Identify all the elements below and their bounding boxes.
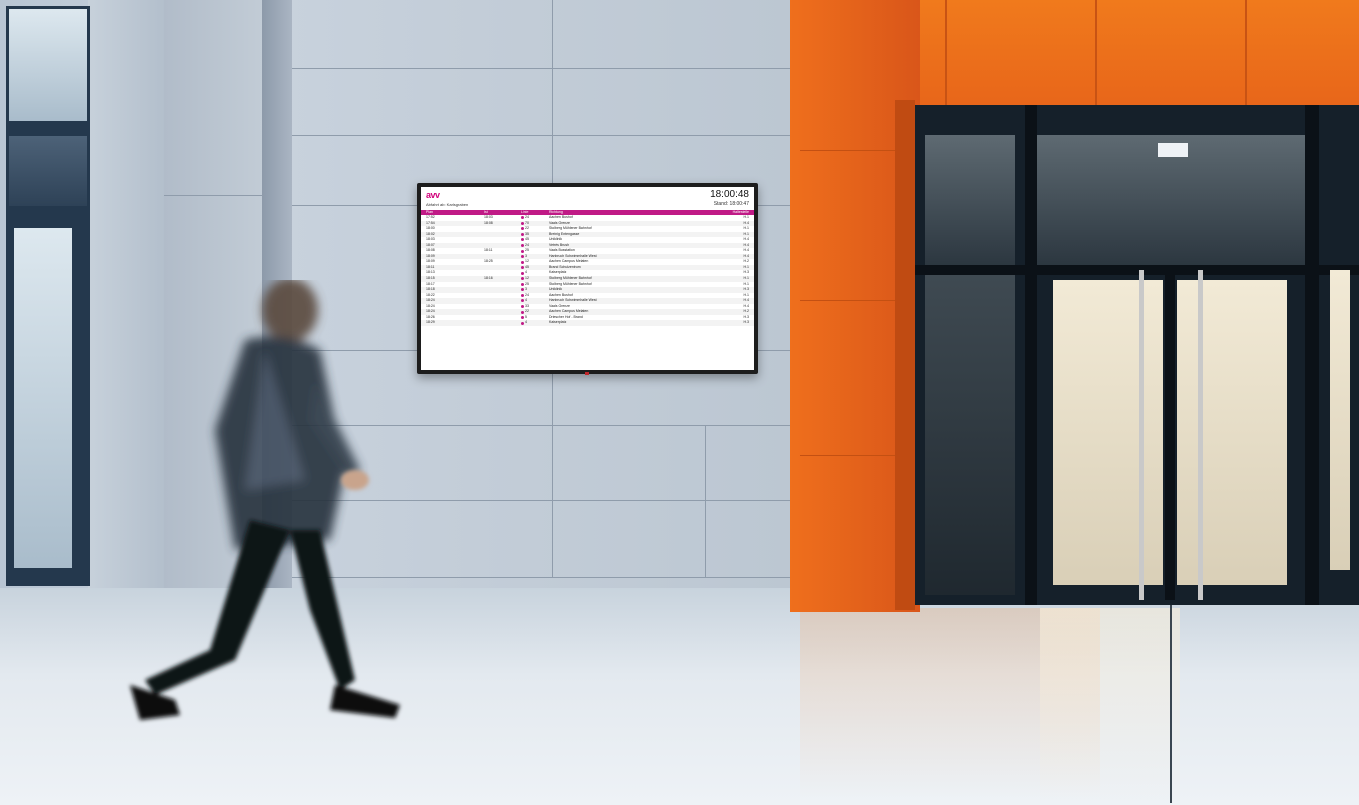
- bus-icon: [521, 288, 524, 292]
- window-pane: [9, 9, 87, 121]
- exit-sign: [1158, 143, 1188, 157]
- bus-icon: [521, 260, 524, 264]
- avv-logo: avv: [426, 190, 440, 200]
- stop-label: Abfahrt ab: Karlsgraben: [426, 202, 469, 207]
- bus-icon: [521, 310, 524, 314]
- floor-reflection: [1170, 603, 1172, 803]
- scene: avv 18:00:48 Abfahrt ab: Karlsgraben Sta…: [0, 0, 1359, 805]
- door-glass: [1053, 280, 1163, 585]
- display-screen: avv 18:00:48 Abfahrt ab: Karlsgraben Sta…: [421, 187, 754, 370]
- bus-icon: [521, 321, 524, 325]
- glass-panel: [925, 275, 1015, 595]
- bus-icon: [521, 221, 524, 225]
- bus-icon: [521, 277, 524, 281]
- bus-icon: [521, 282, 524, 286]
- bus-icon: [521, 238, 524, 242]
- actual-time: [484, 320, 521, 326]
- door-frame: [915, 265, 1359, 275]
- window-pane: [14, 228, 72, 568]
- departure-row: 18:29 4 Kaiserplatz H.3: [421, 320, 754, 326]
- side-glass: [1330, 270, 1350, 570]
- bus-icon: [521, 249, 524, 253]
- departure-display: avv 18:00:48 Abfahrt ab: Karlsgraben Sta…: [417, 183, 758, 375]
- panel-seam: [705, 425, 706, 578]
- glass-panel: [925, 135, 1015, 265]
- plan-time: 18:29: [426, 320, 435, 325]
- bus-icon: [521, 293, 524, 297]
- glass-entrance: [915, 105, 1359, 605]
- line-number: 4: [525, 320, 527, 325]
- bus-icon: [521, 244, 524, 247]
- bus-icon: [521, 299, 524, 303]
- clock: 18:00:48: [710, 189, 749, 200]
- bus-icon: [521, 271, 524, 275]
- line-cell: 4: [521, 320, 549, 326]
- door-frame: [1165, 270, 1175, 600]
- display-header: avv 18:00:48 Abfahrt ab: Karlsgraben Sta…: [421, 187, 754, 210]
- bus-icon: [521, 232, 524, 236]
- door-handle: [1139, 270, 1144, 600]
- window-pane: [9, 136, 87, 206]
- panel-seam: [292, 135, 790, 136]
- departure-list: 17:52 18:03 24 Aachen Bushof H.1 17:54 18:08 70…: [421, 215, 754, 326]
- direction: Kaiserplatz: [549, 320, 567, 325]
- door-frame: [1025, 105, 1037, 605]
- bus-icon: [521, 266, 524, 270]
- door-handle: [1198, 270, 1203, 600]
- door-frame: [1305, 105, 1319, 605]
- stop: H.3: [743, 320, 749, 325]
- bus-icon: [521, 316, 524, 320]
- floor-reflection: [1040, 608, 1180, 805]
- panel-seam: [164, 195, 264, 196]
- bus-icon: [521, 227, 524, 231]
- power-led: [585, 372, 589, 375]
- bus-icon: [521, 255, 524, 259]
- window: [6, 6, 90, 586]
- door-glass: [1177, 280, 1287, 585]
- bus-icon: [521, 305, 524, 309]
- orange-pillar: [790, 0, 920, 612]
- updated-label: Stand: 18:00:47: [713, 201, 749, 207]
- walking-person: [130, 280, 400, 720]
- bus-icon: [521, 216, 524, 220]
- panel-seam: [292, 68, 790, 69]
